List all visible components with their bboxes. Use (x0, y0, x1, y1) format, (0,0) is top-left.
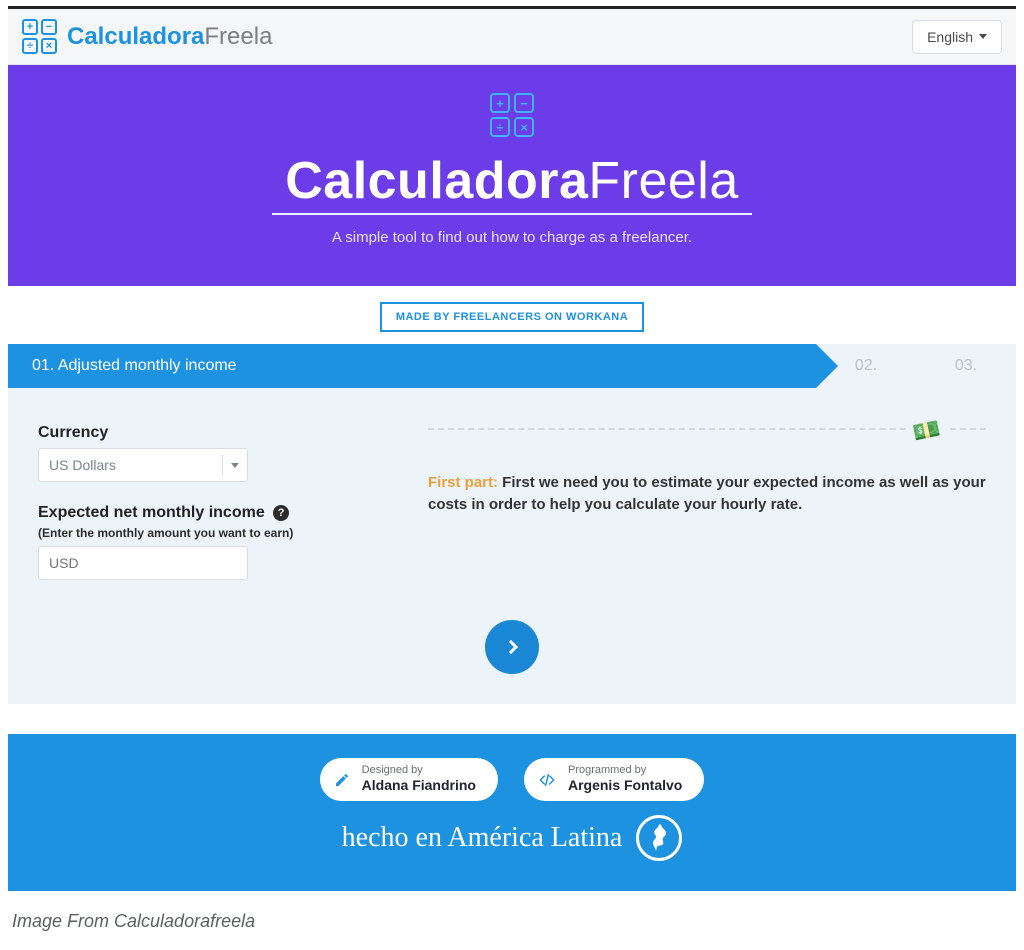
calculator-icon: +−÷× (22, 19, 57, 54)
chevron-down-icon (223, 463, 247, 468)
hero: +−÷× CalculadoraFreela A simple tool to … (8, 65, 1016, 286)
made-by-badge[interactable]: MADE BY FREELANCERS ON WORKANA (380, 302, 644, 332)
image-caption: Image From Calculadorafreela (8, 891, 1016, 938)
money-icon: 💵 (904, 414, 948, 448)
step-1-label: 01. Adjusted monthly income (32, 357, 237, 375)
code-icon (538, 772, 556, 788)
brand[interactable]: +−÷× CalculadoraFreela (22, 19, 272, 54)
currency-label: Currency (38, 424, 368, 442)
language-label: English (927, 29, 973, 45)
navbar: +−÷× CalculadoraFreela English (8, 9, 1016, 65)
currency-value: US Dollars (49, 457, 116, 473)
info-text: First part: First we need you to estimat… (428, 472, 986, 516)
footer-tagline: hecho en América Latina (28, 815, 996, 861)
info-divider: 💵 (428, 428, 986, 442)
hero-underline (272, 213, 752, 215)
designer-name: Aldana Fiandrino (362, 777, 476, 793)
form-panel: Currency US Dollars Expected net monthly… (8, 388, 1016, 704)
currency-select[interactable]: US Dollars (38, 448, 248, 482)
hero-title: CalculadoraFreela (28, 151, 996, 211)
chevron-right-icon (503, 640, 517, 654)
pencil-icon (334, 772, 350, 788)
globe-icon (636, 815, 682, 861)
step-1-active: 01. Adjusted monthly income (8, 344, 816, 388)
help-icon[interactable]: ? (273, 505, 289, 521)
income-hint: (Enter the monthly amount you want to ea… (38, 526, 368, 540)
made-by-wrap: MADE BY FREELANCERS ON WORKANA (8, 286, 1016, 344)
income-label: Expected net monthly income ? (38, 504, 368, 522)
language-dropdown[interactable]: English (912, 20, 1002, 54)
designer-label: Designed by (362, 764, 476, 777)
footer: Designed by Aldana Fiandrino Programmed … (8, 734, 1016, 891)
brand-text: CalculadoraFreela (67, 23, 272, 51)
calculator-icon: +−÷× (490, 93, 534, 137)
steps-bar: 01. Adjusted monthly income 02. 03. (8, 344, 1016, 388)
next-button[interactable] (485, 620, 539, 674)
chevron-down-icon (979, 34, 987, 39)
designer-pill[interactable]: Designed by Aldana Fiandrino (320, 758, 498, 801)
programmer-name: Argenis Fontalvo (568, 777, 682, 793)
programmer-pill[interactable]: Programmed by Argenis Fontalvo (524, 758, 704, 801)
step-3[interactable]: 03. (916, 344, 1016, 388)
income-input[interactable] (38, 546, 248, 580)
hero-subtitle: A simple tool to find out how to charge … (28, 229, 996, 246)
programmer-label: Programmed by (568, 764, 682, 777)
